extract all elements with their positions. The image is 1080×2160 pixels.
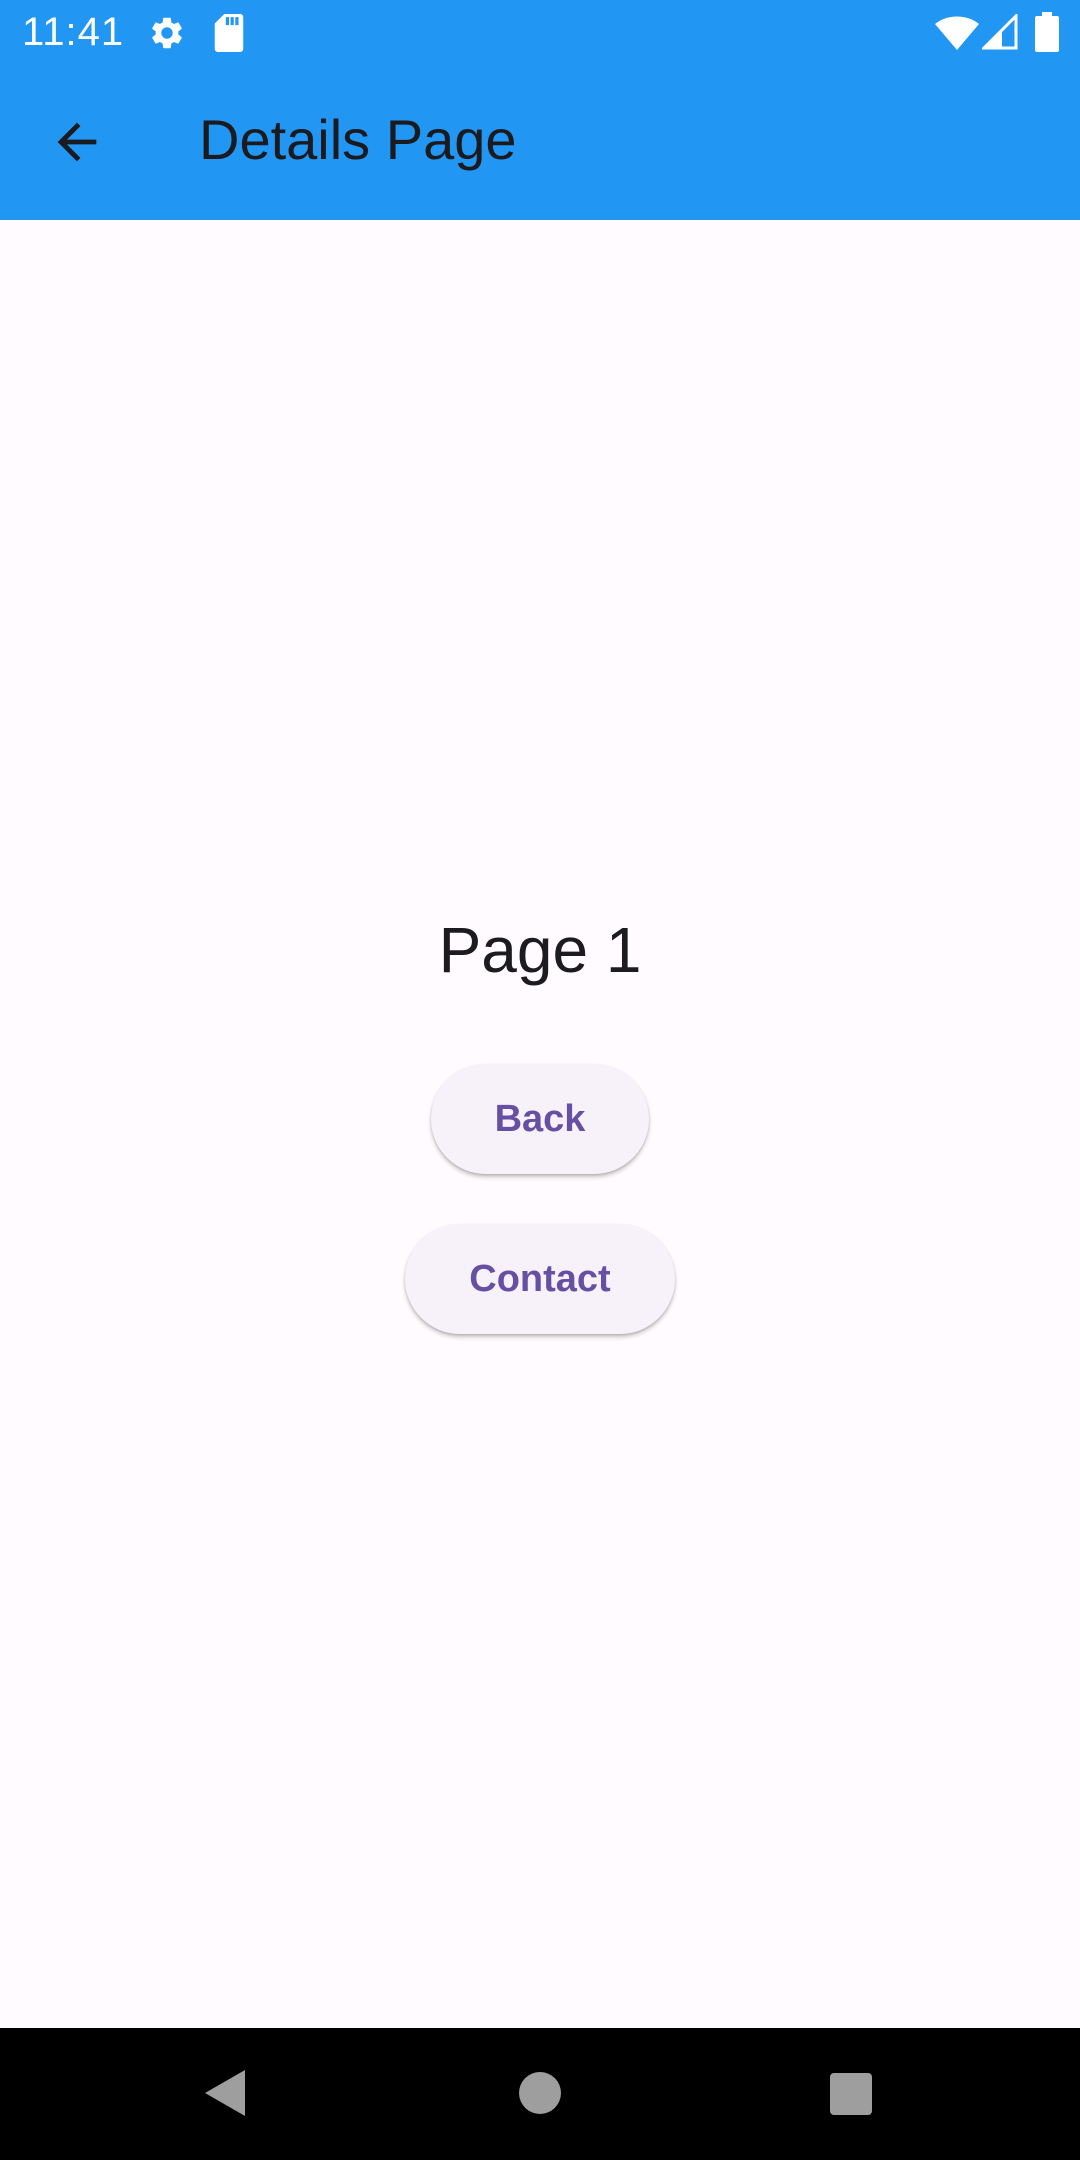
wifi-icon bbox=[935, 16, 979, 50]
nav-recents-icon[interactable] bbox=[829, 2072, 873, 2116]
arrow-back-icon[interactable] bbox=[48, 113, 106, 171]
battery-icon bbox=[1035, 12, 1059, 52]
sd-card-icon bbox=[214, 14, 244, 52]
back-button[interactable]: Back bbox=[431, 1064, 649, 1174]
nav-home-icon[interactable] bbox=[518, 2071, 562, 2115]
status-bar: 11:41 bbox=[0, 0, 1080, 63]
signal-icon bbox=[982, 14, 1018, 50]
contact-button[interactable]: Contact bbox=[405, 1224, 675, 1334]
nav-back-icon[interactable] bbox=[203, 2068, 247, 2118]
page-heading: Page 1 bbox=[438, 914, 642, 986]
page-title: Details Page bbox=[199, 108, 517, 171]
app-bar: Details Page bbox=[0, 63, 1080, 220]
content-area: Page 1 Back Contact bbox=[0, 220, 1080, 2028]
status-time: 11:41 bbox=[22, 10, 125, 54]
settings-icon bbox=[152, 17, 182, 49]
system-nav-bar bbox=[0, 2028, 1080, 2160]
